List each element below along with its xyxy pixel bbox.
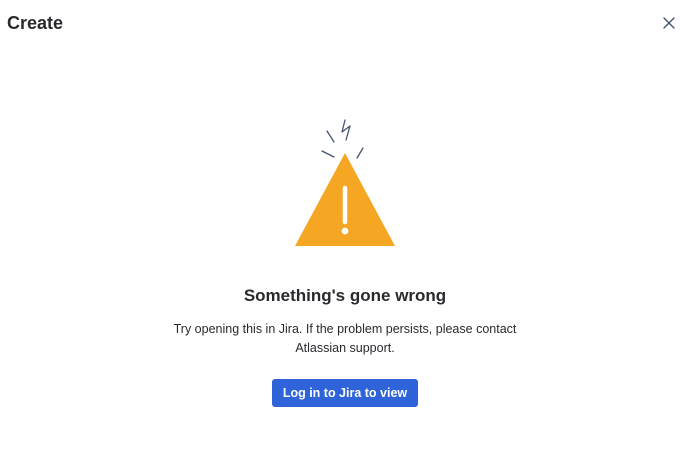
create-dialog: Create Something's gone wrong Try openin…: [0, 0, 697, 466]
dialog-title: Create: [7, 13, 64, 33]
close-icon: [662, 16, 676, 33]
error-message: Try opening this in Jira. If the problem…: [0, 320, 690, 358]
error-message-line-1: Try opening this in Jira. If the problem…: [173, 322, 517, 336]
login-to-jira-button[interactable]: Log in to Jira to view: [272, 379, 418, 407]
error-heading: Something's gone wrong: [243, 286, 447, 305]
error-message-line-2: Atlassian support.: [295, 341, 395, 355]
warning-triangle-icon: [290, 118, 400, 250]
close-button[interactable]: [658, 13, 680, 35]
